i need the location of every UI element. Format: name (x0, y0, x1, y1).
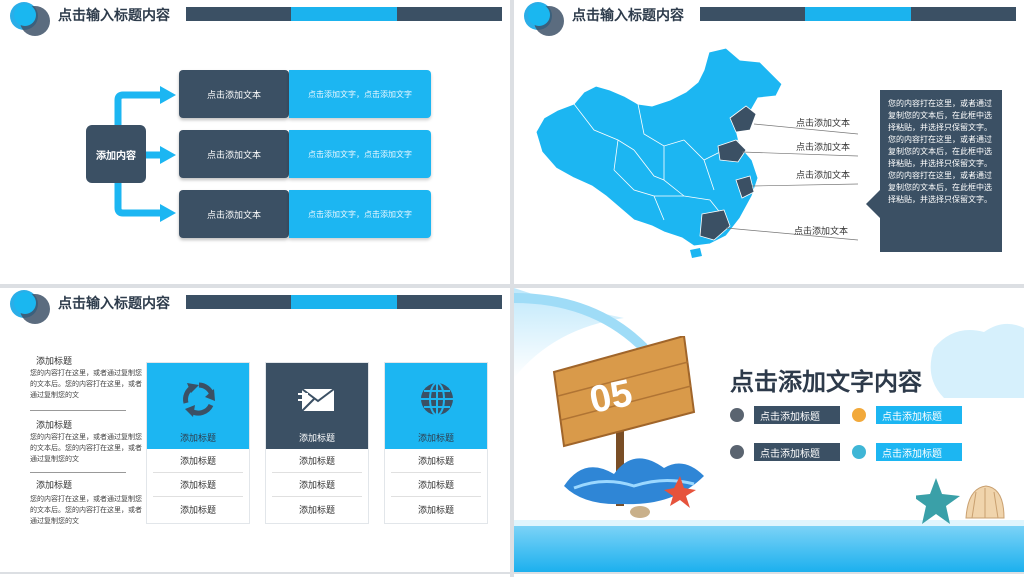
card-label: 添加标题 (179, 433, 216, 443)
seashell-illustration (916, 478, 1005, 524)
divider (30, 410, 126, 411)
slide-title: 点击输入标题内容 (58, 295, 170, 311)
slide-header: 点击输入标题内容 (0, 288, 510, 324)
bullet-dot-icon (852, 408, 866, 422)
feature-card-3: 添加标题 添加标题 添加标题 添加标题 (384, 362, 488, 524)
side-text-2: 您的内容打在这里，或者通过复制您的文本后。您的内容打在这里，或者通过复制您的文 (30, 434, 142, 463)
card-row: 添加标题 (153, 473, 243, 497)
side-text-3: 您的内容打在这里，或者通过复制您的文本后。您的内容打在这里，或者通过复制您的文 (30, 496, 142, 525)
mail-icon (298, 388, 335, 412)
card-row: 添加标题 (391, 473, 481, 497)
side-title-3: 添加标题 (36, 480, 73, 490)
card-row: 添加标题 (272, 473, 362, 497)
card-row: 添加标题 (298, 504, 335, 515)
text-box-2: 点击添加文本 (179, 130, 289, 178)
text-box-2-detail: 点击添加文字，点击添加文字 (289, 130, 431, 178)
recycle-icon (183, 382, 215, 417)
item-label-1: 点击添加标题 (754, 406, 840, 424)
slide-3[interactable]: 点击输入标题内容 添加标题 您的内容打在这里，或者通过复制您的文本后。您的内容打… (0, 288, 510, 572)
map-label-3: 点击添加文本 (796, 170, 851, 180)
side-title-1: 添加标题 (36, 356, 73, 366)
info-box-pointer (866, 190, 880, 218)
wooden-sign-illustration (552, 336, 704, 518)
item-label-2: 点击添加标题 (876, 406, 962, 424)
map-label-1: 点击添加文本 (796, 118, 851, 128)
feature-card-2: 添加标题 添加标题 添加标题 添加标题 (265, 362, 369, 524)
map-label-2: 点击添加文本 (796, 142, 851, 152)
header-circle-icon (14, 292, 36, 314)
bullet-dot-icon (730, 445, 744, 459)
header-bar (186, 295, 502, 309)
info-text-box: 您的内容打在这里，或者通过复制您的文本后，在此框中选择粘贴，并选择只保留文字。您… (880, 90, 1002, 252)
text-box-1: 点击添加文本 (179, 70, 289, 118)
slide-1[interactable]: 点击输入标题内容 添加内容 点击添加文本 点击添加文字，点击添加文字 点击添加文… (0, 0, 510, 284)
card-row: 添加标题 (417, 504, 454, 515)
text-box-3-detail: 点击添加文字，点击添加文字 (289, 190, 431, 238)
card-row: 添加标题 (272, 449, 362, 473)
feature-card-1: 添加标题 添加标题 添加标题 添加标题 (146, 362, 250, 524)
center-content-box: 添加内容 (86, 125, 146, 183)
item-label-4: 点击添加标题 (876, 443, 962, 461)
card-row: 添加标题 (179, 504, 216, 515)
card-label: 添加标题 (298, 433, 335, 443)
side-text-1: 您的内容打在这里，或者通过复制您的文本后。您的内容打在这里，或者通过复制您的文 (30, 370, 142, 399)
card-label: 添加标题 (417, 433, 454, 443)
globe-icon (421, 382, 453, 416)
text-box-1-detail: 点击添加文字，点击添加文字 (289, 70, 431, 118)
card-row: 添加标题 (391, 449, 481, 473)
divider (30, 472, 126, 473)
item-label-3: 点击添加标题 (754, 443, 840, 461)
slide-2[interactable]: 点击输入标题内容 点击添加文本 点击添加文本 点击添加文本 点击添加文本 您的内… (514, 0, 1024, 284)
text-box-3: 点击添加文本 (179, 190, 289, 238)
card-row: 添加标题 (153, 449, 243, 473)
map-label-4: 点击添加文本 (794, 226, 849, 236)
section-title: 点击添加文字内容 (730, 369, 922, 396)
side-title-2: 添加标题 (36, 420, 73, 430)
section-number: 05 (585, 372, 637, 422)
slide-4-section[interactable]: 05 点击添加文字内容 点击添加标题 点击添加标题 点击添加标题 点击添加标题 (514, 288, 1024, 572)
slide-thumbnail-grid: 点击输入标题内容 添加内容 点击添加文本 点击添加文字，点击添加文字 点击添加文… (0, 0, 1024, 577)
bullet-dot-icon (730, 408, 744, 422)
bullet-dot-icon (852, 445, 866, 459)
